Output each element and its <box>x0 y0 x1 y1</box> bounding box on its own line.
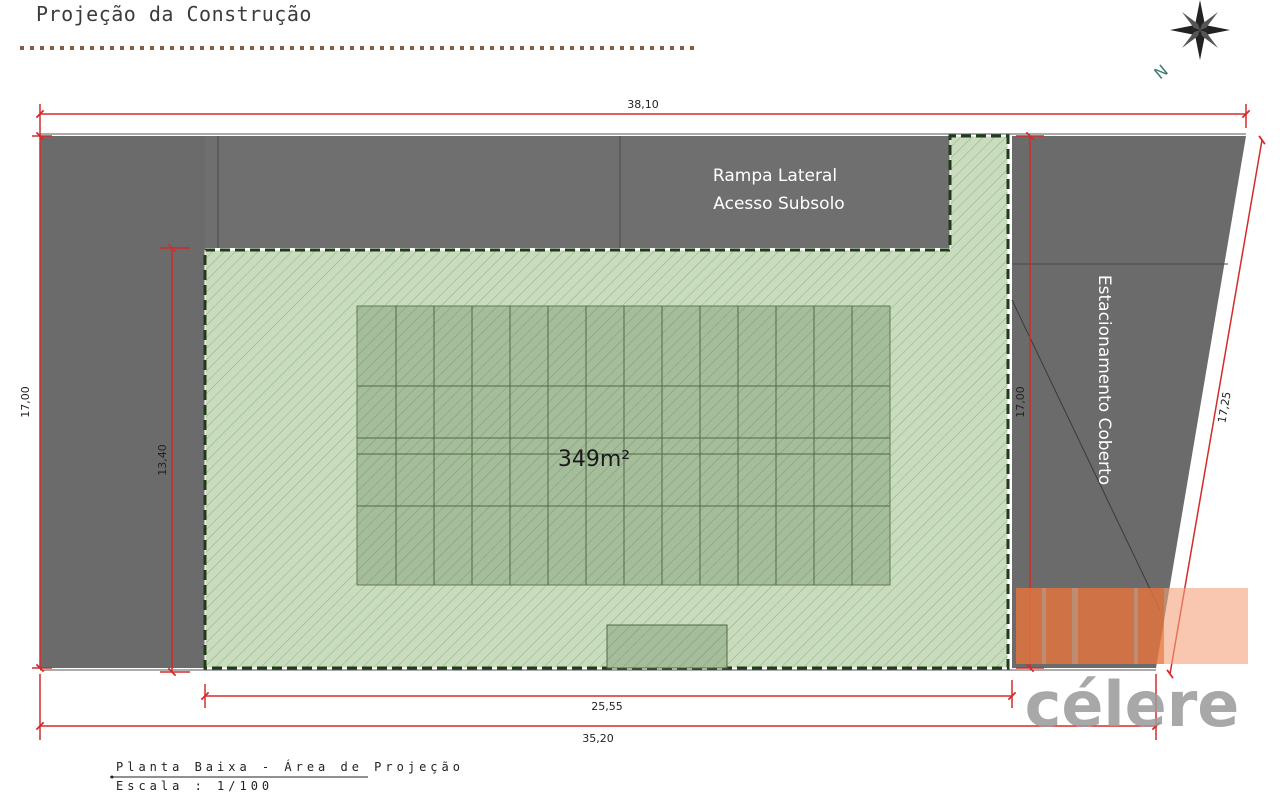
dim-bottom-width: 35,20 <box>582 732 614 745</box>
north-arrow-icon <box>1170 0 1230 60</box>
watermark-text: célere <box>1025 668 1240 741</box>
structural-grid <box>356 305 891 586</box>
pavement-left <box>40 136 205 668</box>
ramp-label-line2: Acesso Subsolo <box>713 194 844 214</box>
pavement-top <box>205 136 950 248</box>
dim-right-inner-height: 17,00 <box>1014 386 1027 418</box>
dim-left-height: 17,00 <box>19 386 32 418</box>
dim-building-width: 25,55 <box>591 700 623 713</box>
celere-logo <box>1016 588 1248 664</box>
area-label: 349m² <box>558 447 630 472</box>
north-label: N <box>1150 61 1171 83</box>
parking-label: Estacionamento Coberto <box>1094 275 1114 485</box>
dim-top-width: 38,10 <box>627 98 659 111</box>
caption-plan: Planta Baixa - Área de Projeção <box>116 760 464 774</box>
caption-scale: Escala : 1/100 <box>116 779 274 793</box>
entrance-block <box>606 624 728 669</box>
dim-inner-height: 13,40 <box>156 444 169 476</box>
site-plan: N 349m² Rampa Lateral Acesso Subsolo Est… <box>19 0 1266 779</box>
ramp-label-line1: Rampa Lateral <box>713 166 837 186</box>
